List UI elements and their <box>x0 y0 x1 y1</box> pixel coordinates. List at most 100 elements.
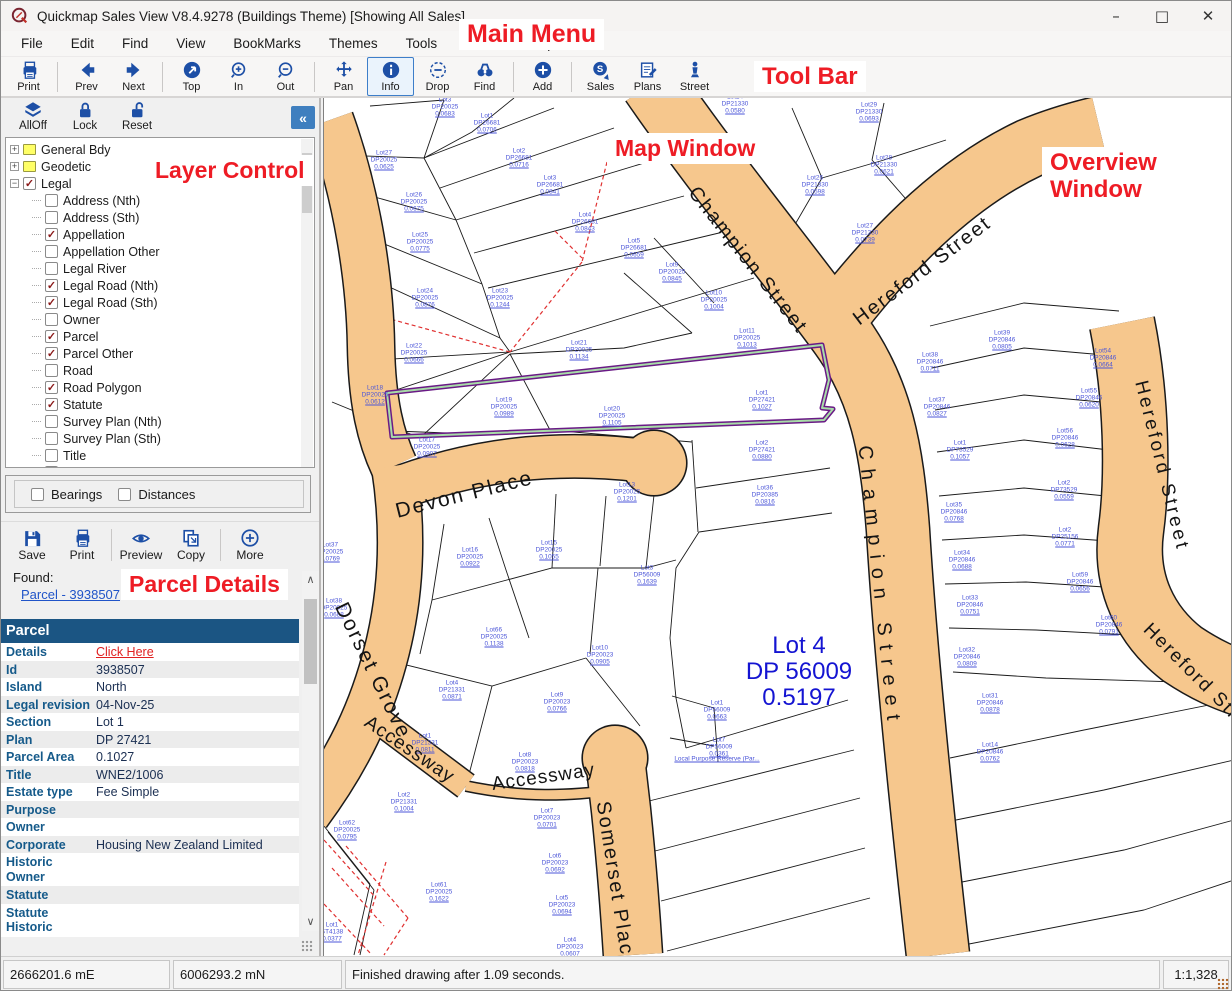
layer-item-parcel-other[interactable]: ✓Parcel Other <box>10 345 314 362</box>
print-button[interactable]: Print <box>57 528 107 562</box>
parcel-details-scrollbar[interactable]: ∧ ∨ <box>302 571 319 931</box>
layer-item-legal-river[interactable]: Legal River <box>10 260 314 277</box>
preview-button[interactable]: Preview <box>116 528 166 562</box>
menu-item-view[interactable]: View <box>162 33 219 54</box>
prev-button[interactable]: Prev <box>63 57 110 96</box>
layer-checkbox[interactable]: ✓ <box>45 228 58 241</box>
window-resize-grip[interactable] <box>1217 978 1229 990</box>
parcel-label: Lot62DP200250.0795 <box>334 820 361 841</box>
layer-checkbox[interactable]: ✓ <box>45 381 58 394</box>
parcel-row-title: TitleWNE2/1006 <box>1 766 299 784</box>
layer-item-statute[interactable]: ✓Statute <box>10 396 314 413</box>
layer-item-legal-road-sth-[interactable]: ✓Legal Road (Sth) <box>10 294 314 311</box>
layer-checkbox[interactable] <box>45 432 58 445</box>
layer-checkbox[interactable] <box>45 194 58 207</box>
parcel-label: Lot1DP560090.0663 <box>704 700 731 721</box>
layer-item-legal-road-nth-[interactable]: ✓Legal Road (Nth) <box>10 277 314 294</box>
parcel-label: Lot1DP735290.1057 <box>947 440 974 461</box>
sales-button[interactable]: SSales <box>577 57 624 96</box>
collapse-icon[interactable]: − <box>10 179 19 188</box>
layer-tree-scrollbar[interactable] <box>301 139 313 468</box>
parcel-value[interactable]: Click Here <box>96 643 299 661</box>
street-button[interactable]: Street <box>671 57 718 96</box>
menu-item-find[interactable]: Find <box>108 33 162 54</box>
layer-item-survey-plan-nth-[interactable]: Survey Plan (Nth) <box>10 413 314 430</box>
layer-item-survey-plan-sth-[interactable]: Survey Plan (Sth) <box>10 430 314 447</box>
layer-checkbox[interactable] <box>45 364 58 377</box>
info-button[interactable]: Info <box>367 57 414 96</box>
panel-resize-grip[interactable] <box>301 940 313 952</box>
layer-checkbox[interactable]: ✓ <box>23 177 36 190</box>
plus-circle-icon <box>239 528 261 548</box>
close-button[interactable]: ✕ <box>1185 1 1231 31</box>
more-button[interactable]: More <box>225 528 275 562</box>
layer-checkbox[interactable] <box>45 449 58 462</box>
layer-checkbox[interactable] <box>45 245 58 258</box>
expand-icon[interactable]: + <box>10 162 19 171</box>
parcel-label: Lot1DP266810.0706 <box>474 113 501 134</box>
print-button[interactable]: Print <box>5 57 52 96</box>
expand-icon[interactable]: + <box>10 145 19 154</box>
top-button[interactable]: Top <box>168 57 215 96</box>
save-icon <box>21 528 43 548</box>
add-button[interactable]: Add <box>519 57 566 96</box>
layer-item-road-polygon[interactable]: ✓Road Polygon <box>10 379 314 396</box>
map-window[interactable]: Lot3DP200250.0683Lot1DP266810.0706Lot27D… <box>323 98 1232 956</box>
find-button[interactable]: Find <box>461 57 508 96</box>
distances-checkbox[interactable] <box>118 488 131 501</box>
plans-button[interactable]: Plans <box>624 57 671 96</box>
drop-button[interactable]: Drop <box>414 57 461 96</box>
layer-checkbox[interactable]: ✓ <box>45 296 58 309</box>
layer-checkbox[interactable]: ✓ <box>45 330 58 343</box>
maximize-button[interactable]: □ <box>1139 1 1185 31</box>
print-icon <box>18 60 40 80</box>
application-window: Quickmap Sales View V8.4.9278 (Buildings… <box>0 0 1232 991</box>
layer-item-appellation[interactable]: ✓Appellation <box>10 226 314 243</box>
layer-item-address-nth-[interactable]: Address (Nth) <box>10 192 314 209</box>
status-easting: 2666201.6 mE <box>3 960 170 989</box>
layer-checkbox[interactable] <box>45 313 58 326</box>
layer-checkbox[interactable]: ✓ <box>45 398 58 411</box>
menu-item-file[interactable]: File <box>7 33 57 54</box>
bearings-checkbox[interactable] <box>31 488 44 501</box>
layer-item-title[interactable]: Title <box>10 447 314 464</box>
layer-checkbox[interactable] <box>45 211 58 224</box>
menu-item-themes[interactable]: Themes <box>315 33 392 54</box>
in-button[interactable]: In <box>215 57 262 96</box>
parcel-label: Lot4DP200230.0607 <box>557 937 584 957</box>
alloff-button[interactable]: AllOff <box>7 100 59 132</box>
layer-checkbox[interactable] <box>45 466 58 468</box>
scrollbar-thumb[interactable] <box>304 599 317 684</box>
toolbar-separator <box>111 529 112 561</box>
lock-button[interactable]: Lock <box>59 100 111 132</box>
layer-item-appellation-other[interactable]: Appellation Other <box>10 243 314 260</box>
parcel-label: Lot55DP208460.0620 <box>1076 388 1103 409</box>
layer-checkbox[interactable]: ✓ <box>45 347 58 360</box>
out-button[interactable]: Out <box>262 57 309 96</box>
menu-item-bookmarks[interactable]: BookMarks <box>219 33 315 54</box>
scroll-up-icon[interactable]: ∧ <box>302 571 319 589</box>
menu-item-edit[interactable]: Edit <box>57 33 108 54</box>
layer-item-address-sth-[interactable]: Address (Sth) <box>10 209 314 226</box>
collapse-panel-button[interactable]: « <box>291 106 315 129</box>
next-button[interactable]: Next <box>110 57 157 96</box>
layer-checkbox[interactable]: ✓ <box>45 279 58 292</box>
layer-item-owner[interactable]: Owner <box>10 311 314 328</box>
layer-item-parcel[interactable]: ✓Parcel <box>10 328 314 345</box>
copy-button[interactable]: Copy <box>166 528 216 562</box>
scroll-down-icon[interactable]: ∨ <box>302 913 319 931</box>
save-button[interactable]: Save <box>7 528 57 562</box>
layer-item-valuation[interactable]: Valuation <box>10 464 314 468</box>
layer-checkbox[interactable] <box>45 262 58 275</box>
found-parcel-link[interactable]: Parcel - 3938507 <box>21 587 120 602</box>
highlight-parcel-label: Lot 4 DP 56009 0.5197 <box>746 633 852 711</box>
menu-item-tools[interactable]: Tools <box>392 33 452 54</box>
parcel-label: Lot38DP208460.0711 <box>917 352 944 373</box>
layer-checkbox[interactable] <box>45 415 58 428</box>
layer-item-road[interactable]: Road <box>10 362 314 379</box>
reset-button[interactable]: Reset <box>111 100 163 132</box>
pan-button[interactable]: Pan <box>320 57 367 96</box>
parcel-value: Housing New Zealand Limited <box>96 836 299 854</box>
parcel-row-plan: PlanDP 27421 <box>1 731 299 749</box>
minimize-button[interactable]: – <box>1093 1 1139 31</box>
